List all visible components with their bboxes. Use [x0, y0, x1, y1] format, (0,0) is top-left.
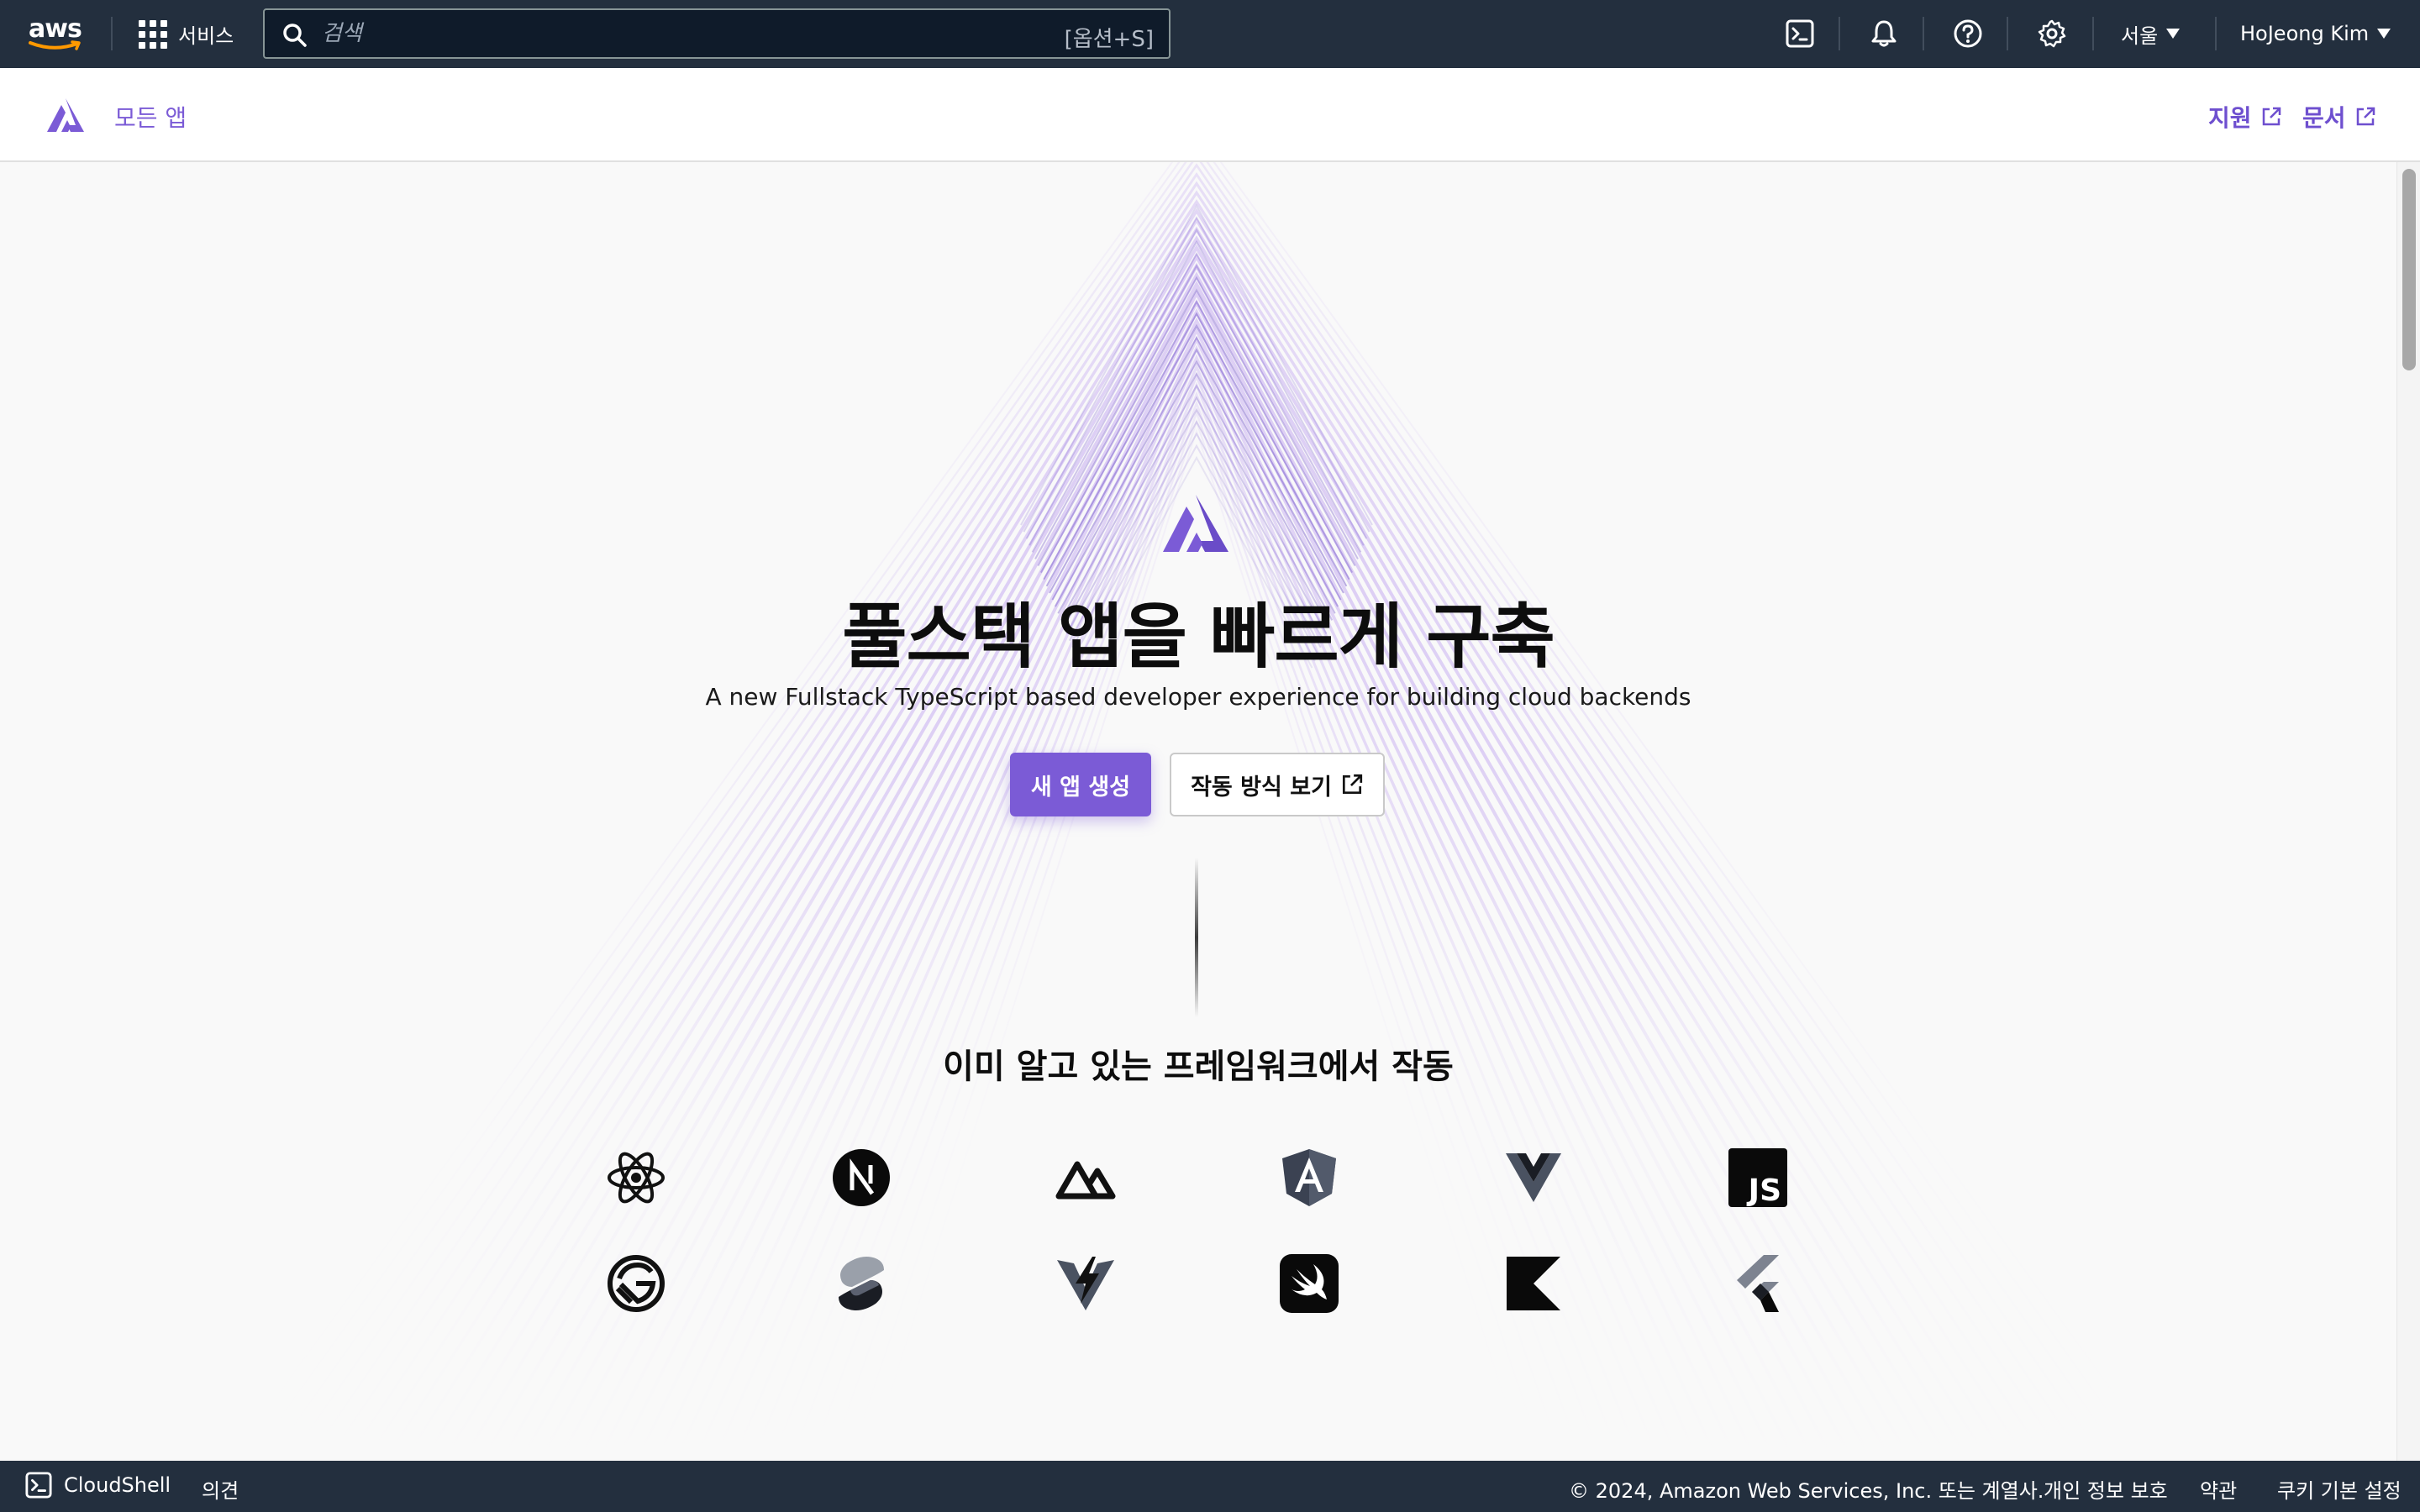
create-new-app-button[interactable]: 새 앱 생성	[1010, 753, 1151, 816]
kotlin-icon	[1503, 1253, 1564, 1314]
support-label: 지원	[2208, 104, 2252, 132]
hero-subtitle: A new Fullstack TypeScript based develop…	[705, 683, 1691, 711]
nav-separator	[2215, 17, 2217, 50]
search-shortcut-hint: [옵션+S]	[1064, 27, 1154, 52]
privacy-link[interactable]: 개인 정보 보호	[2044, 1474, 2168, 1504]
terms-link[interactable]: 약관	[2200, 1474, 2237, 1504]
react-icon	[606, 1147, 666, 1208]
cloudshell-nav-button[interactable]	[1783, 17, 1817, 50]
flutter-icon	[1728, 1253, 1788, 1314]
amplify-hero-logo-icon	[1163, 495, 1228, 552]
hero-title: 풀스택 앱을 빠르게 구축	[842, 596, 1555, 678]
aws-logo[interactable]: aws	[29, 15, 86, 52]
cloudshell-button[interactable]: CloudShell	[25, 1472, 171, 1499]
notifications-button[interactable]	[1867, 17, 1901, 50]
main-content: 풀스택 앱을 빠르게 구축 A new Fullstack TypeScript…	[0, 162, 2396, 1461]
cloudshell-label: CloudShell	[64, 1473, 171, 1497]
swift-icon	[1279, 1253, 1339, 1314]
cloudshell-icon	[1786, 19, 1814, 48]
user-name-label: HoJeong Kim	[2240, 22, 2370, 45]
nav-separator	[1923, 17, 1924, 50]
vue-icon	[1503, 1147, 1564, 1208]
docs-label: 문서	[2302, 104, 2346, 132]
caret-down-icon	[2166, 29, 2181, 39]
angular-icon	[1279, 1147, 1339, 1208]
nav-separator	[2007, 17, 2008, 50]
nav-separator	[2092, 17, 2094, 50]
aws-smile-icon	[29, 40, 81, 50]
javascript-icon: JS	[1728, 1147, 1788, 1208]
nextjs-icon	[831, 1147, 892, 1208]
services-menu-button[interactable]: 서비스	[138, 15, 234, 52]
divider-line	[1195, 858, 1198, 1017]
how-it-works-label: 작동 방식 보기	[1191, 774, 1332, 801]
footer-bar: CloudShell 의견 © 2024, Amazon Web Service…	[0, 1461, 2420, 1512]
nav-separator	[1839, 17, 1840, 50]
how-it-works-button[interactable]: 작동 방식 보기	[1170, 753, 1385, 816]
external-link-icon	[1342, 774, 1363, 795]
gatsby-icon	[606, 1253, 666, 1314]
frameworks-section-title: 이미 알고 있는 프레임워크에서 작동	[943, 1047, 1454, 1086]
support-link[interactable]: 지원	[2208, 100, 2282, 134]
search-icon	[283, 24, 307, 47]
region-label: 서울	[2121, 24, 2159, 48]
settings-button[interactable]	[2035, 17, 2069, 50]
amplify-logo-icon[interactable]	[45, 97, 86, 134]
user-account-menu[interactable]: HoJeong Kim	[2240, 17, 2391, 50]
top-navigation-bar: aws 서비스 [옵션+S]	[0, 0, 2420, 68]
feedback-link[interactable]: 의견	[202, 1474, 239, 1504]
help-icon	[1954, 19, 1982, 48]
scrollbar-thumb[interactable]	[2402, 169, 2416, 370]
external-link-icon	[2356, 107, 2375, 126]
caret-down-icon	[2377, 29, 2391, 39]
cloudshell-icon	[25, 1472, 52, 1499]
aws-logo-text: aws	[29, 14, 82, 44]
nuxt-icon	[1055, 1147, 1116, 1208]
region-selector[interactable]: 서울	[2121, 17, 2181, 50]
nav-separator	[111, 17, 113, 50]
help-button[interactable]	[1951, 17, 1985, 50]
grid-menu-icon	[138, 19, 167, 49]
external-link-icon	[2262, 107, 2281, 126]
copyright-text: © 2024, Amazon Web Services, Inc. 또는 계열사…	[1569, 1479, 2044, 1503]
svelte-icon	[831, 1253, 892, 1314]
all-apps-link[interactable]: 모든 앱	[114, 100, 187, 134]
bell-icon	[1871, 20, 1897, 47]
cookie-preferences-link[interactable]: 쿠키 기본 설정	[2277, 1474, 2402, 1504]
vertical-scrollbar[interactable]	[2396, 162, 2420, 1461]
amplify-subheader: 모든 앱 지원 문서	[0, 68, 2420, 162]
search-box[interactable]: [옵션+S]	[263, 8, 1171, 59]
vite-icon	[1055, 1253, 1116, 1314]
search-input[interactable]	[322, 17, 994, 50]
svg-text:JS: JS	[1746, 1173, 1781, 1207]
docs-link[interactable]: 문서	[2302, 100, 2376, 134]
gear-icon	[2038, 19, 2066, 48]
services-label: 서비스	[178, 24, 234, 48]
